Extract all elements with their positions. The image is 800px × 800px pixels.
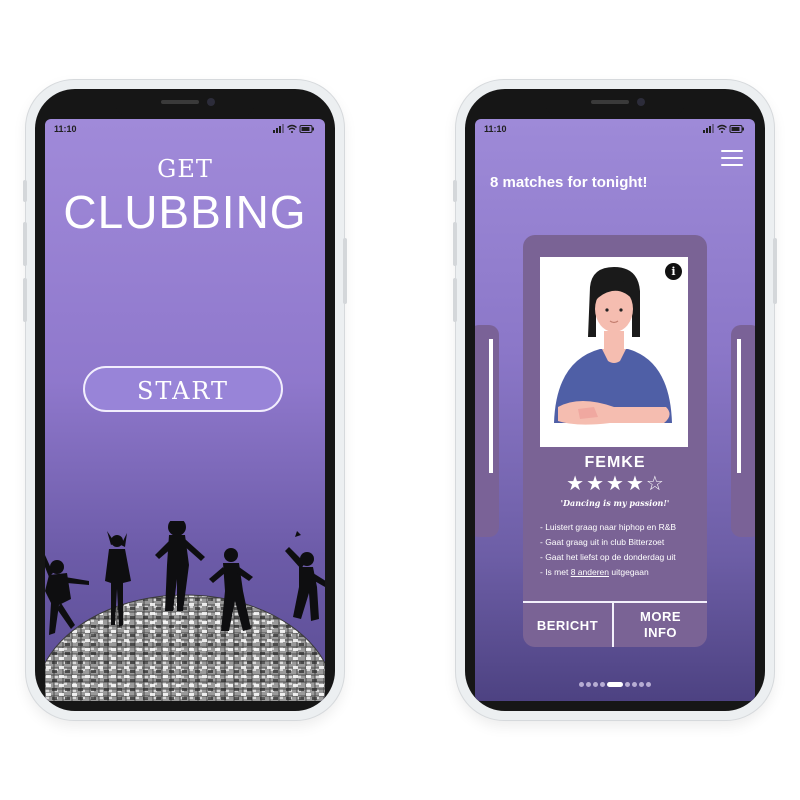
info-icon[interactable]: i	[665, 263, 682, 280]
start-button[interactable]: START	[83, 366, 283, 412]
status-bar: 11:10	[475, 119, 755, 141]
battery-icon	[729, 125, 744, 133]
list-item: - Gaat het liefst op de donderdag uit	[540, 552, 676, 562]
pagination-dot[interactable]	[586, 682, 591, 688]
phone-bezel: 11:10 GET CLUBBING START	[35, 89, 335, 711]
star-icon: ★	[625, 473, 644, 495]
detail-prefix: - Is met	[540, 567, 569, 577]
volume-up-button	[453, 222, 457, 266]
title-get: GET	[157, 155, 213, 183]
phone-left: 11:10 GET CLUBBING START	[23, 80, 347, 720]
star-outline-icon: ☆	[645, 473, 664, 495]
more-info-button[interactable]: MORE INFO	[614, 603, 707, 647]
pagination-dot[interactable]	[632, 682, 637, 688]
match-card[interactable]: i FEMKE ★ ★ ★ ★ ☆ 'Dancing is my passion!' -…	[523, 235, 707, 647]
notch	[115, 89, 255, 119]
matches-title: 8 matches for tonight!	[490, 174, 648, 191]
disco-ball-floor	[45, 594, 325, 701]
star-icon: ★	[566, 473, 585, 495]
notch	[545, 89, 685, 119]
battery-icon	[299, 125, 314, 133]
star-icon: ★	[606, 473, 624, 495]
phone-right: 11:10 8 matches for tonight! i FEMKE ★ ★…	[453, 80, 777, 720]
start-screen: 11:10 GET CLUBBING START	[45, 119, 325, 701]
signal-icon	[273, 124, 284, 133]
pagination-dot[interactable]	[646, 682, 651, 688]
menu-icon[interactable]	[721, 150, 743, 166]
status-time: 11:10	[54, 124, 77, 134]
wifi-icon	[717, 124, 727, 133]
power-button	[343, 238, 347, 304]
volume-down-button	[453, 278, 457, 322]
matches-screen: 11:10 8 matches for tonight! i FEMKE ★ ★…	[475, 119, 755, 701]
list-item: - Luistert graag naar hiphop en R&B	[540, 522, 677, 532]
pagination-dots	[475, 676, 755, 694]
dancer-1	[45, 555, 89, 635]
title-clubbing: CLUBBING	[63, 186, 307, 238]
pagination-dot[interactable]	[625, 682, 630, 688]
mute-switch	[23, 180, 27, 202]
signal-icon	[703, 124, 714, 133]
profile-quote: 'Dancing is my passion!'	[560, 498, 670, 508]
status-bar: 11:10	[45, 119, 325, 141]
status-icons	[273, 124, 315, 134]
previous-match-card[interactable]	[475, 325, 499, 537]
mute-switch	[453, 180, 457, 202]
profile-details: - Luistert graag naar hiphop en R&B - Ga…	[540, 520, 701, 580]
volume-up-button	[23, 222, 27, 266]
more-info-line1: MORE	[640, 609, 681, 624]
detail-suffix: uitgegaan	[611, 567, 649, 577]
pagination-dot[interactable]	[593, 682, 598, 688]
star-rating: ★ ★ ★ ★ ☆	[523, 473, 707, 495]
message-button[interactable]: BERICHT	[523, 603, 614, 647]
phone-bezel: 11:10 8 matches for tonight! i FEMKE ★ ★…	[465, 89, 765, 711]
star-icon: ★	[586, 473, 605, 495]
dancer-5	[285, 531, 325, 621]
profile-photo: i	[540, 257, 688, 447]
dancers-disco-illustration	[45, 521, 325, 701]
power-button	[773, 238, 777, 304]
list-item: - Gaat graag uit in club Bitterzoet	[540, 537, 665, 547]
more-info-line2: INFO	[643, 625, 678, 640]
list-item: - Is met 8 anderen uitgegaan	[540, 565, 701, 580]
profile-name: FEMKE	[584, 454, 646, 471]
pagination-dot[interactable]	[639, 682, 644, 688]
others-link[interactable]: 8 anderen	[571, 567, 609, 577]
card-actions: BERICHT MORE INFO	[523, 601, 707, 647]
status-icons	[703, 124, 745, 134]
pagination-dot-active[interactable]	[607, 682, 623, 688]
avatar-illustration	[554, 267, 672, 425]
wifi-icon	[287, 124, 297, 133]
pagination-dot[interactable]	[600, 682, 605, 688]
pagination-dot[interactable]	[579, 682, 584, 688]
next-match-card[interactable]	[731, 325, 755, 537]
volume-down-button	[23, 278, 27, 322]
status-time: 11:10	[484, 124, 507, 134]
